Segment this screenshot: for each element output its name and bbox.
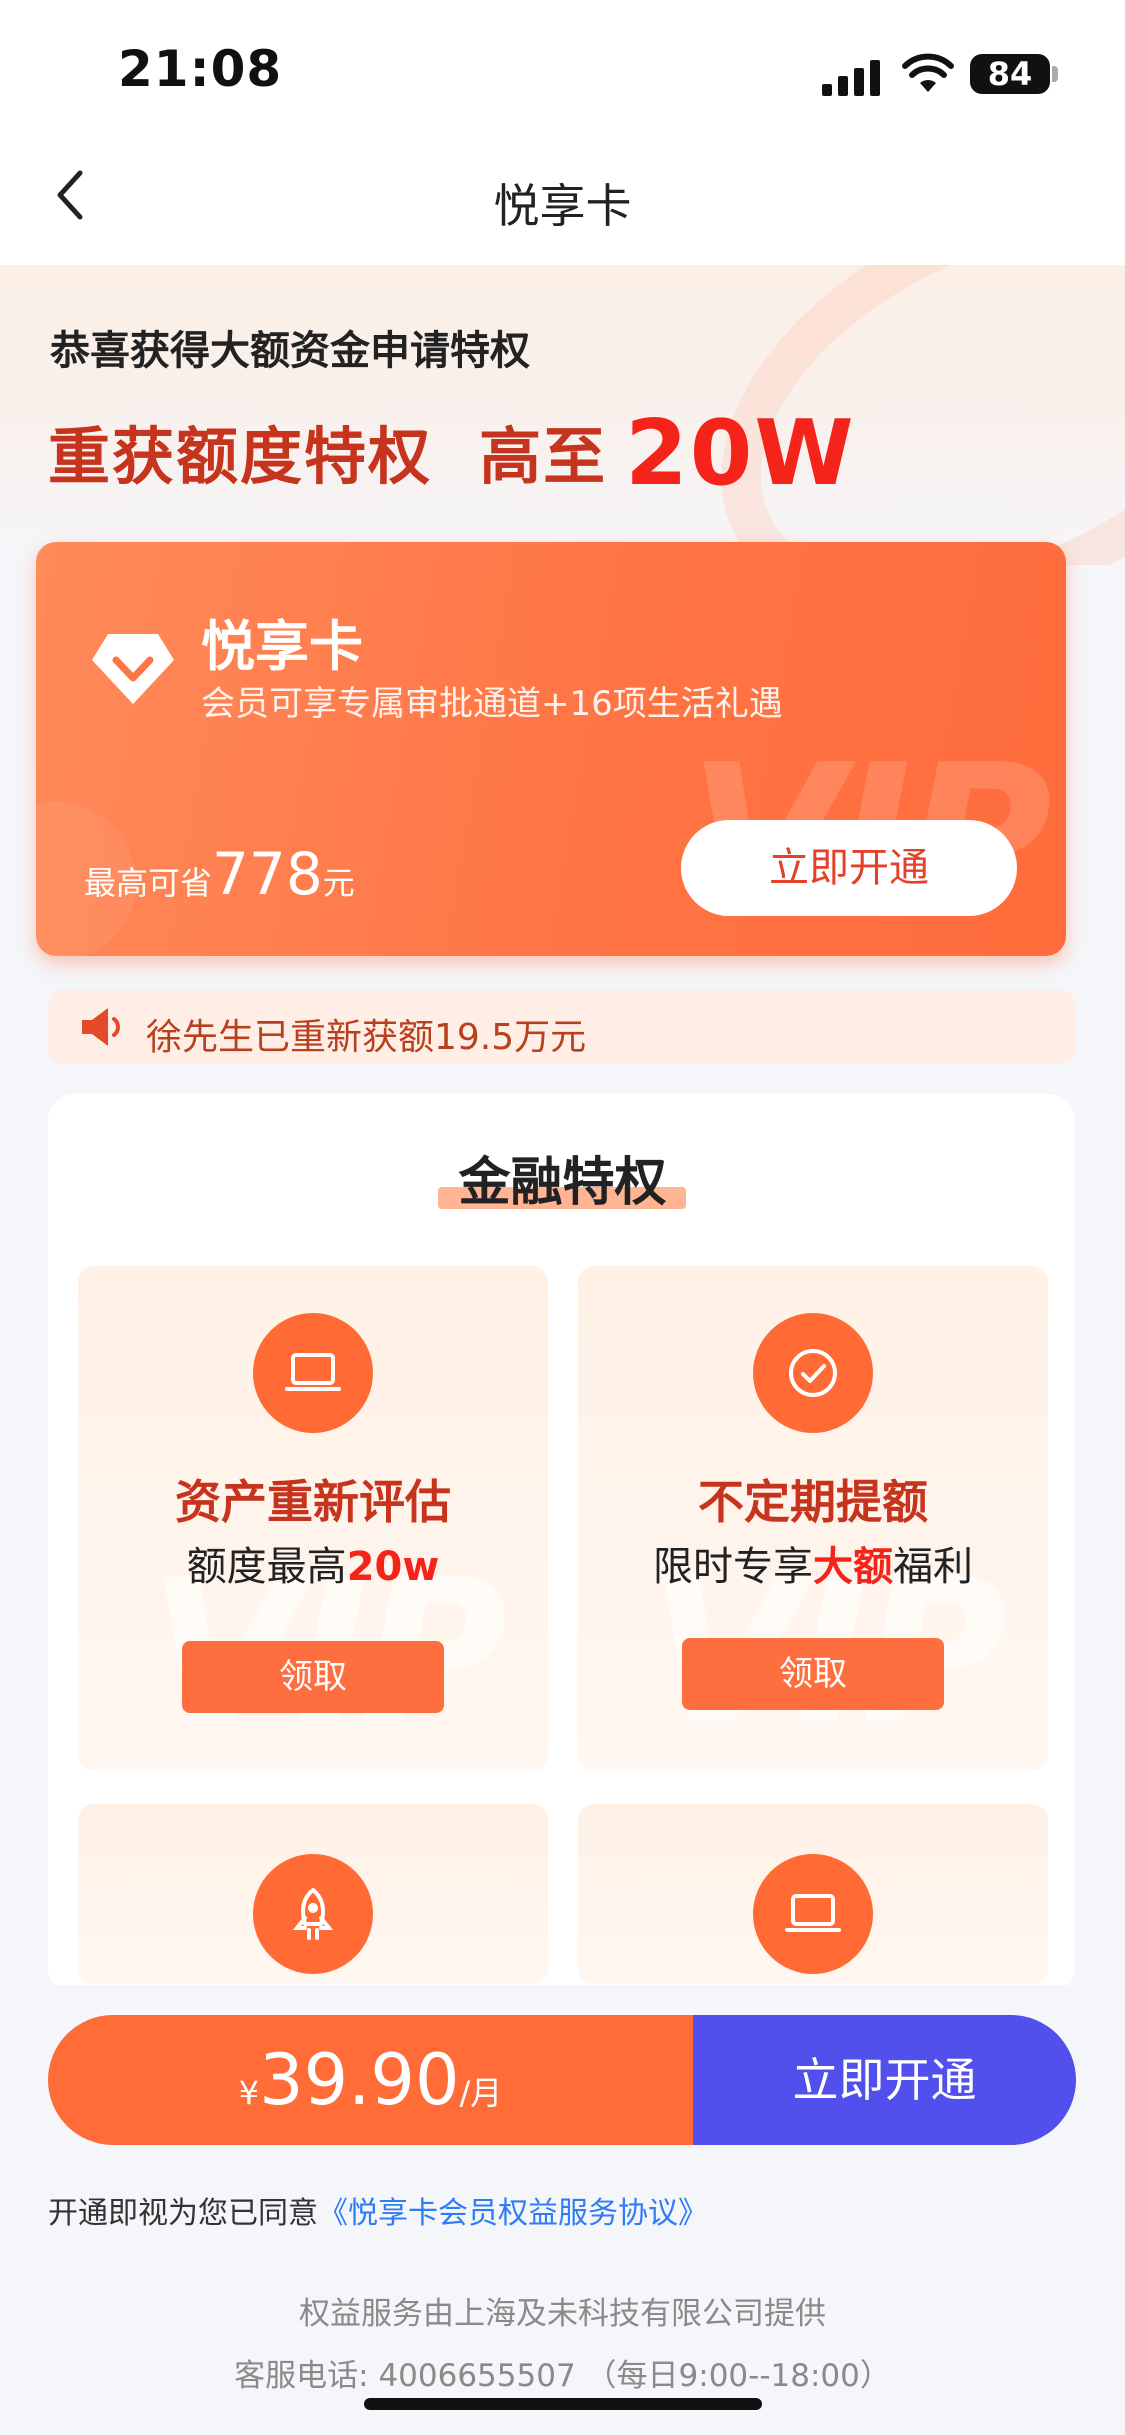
agreement-text: 开通即视为您已同意《悦享卡会员权益服务协议》 <box>48 2188 708 2232</box>
purchase-bar: ¥39.90/月 立即开通 <box>48 2015 1076 2145</box>
privilege-tile-3 <box>78 1804 548 1984</box>
claim-button[interactable]: 领取 <box>182 1641 444 1713</box>
tile-subtitle-suffix: 福利 <box>893 1544 973 1590</box>
agreement-link[interactable]: 《悦享卡会员权益服务协议》 <box>318 2196 708 2231</box>
status-time: 21:08 <box>118 40 283 98</box>
privilege-tile-4 <box>578 1804 1048 1984</box>
tile-subtitle-text: 额度最高 <box>186 1544 347 1590</box>
hero-headline: 重获额度特权 高至 20W <box>48 395 856 506</box>
membership-card: VIP 悦享卡 会员可享专属审批通道+16项生活礼遇 最高可省778元 立即开通 <box>36 542 1066 956</box>
privilege-tile-limit-increase: VIP 不定期提额 限时专享大额福利 领取 <box>578 1266 1048 1771</box>
activate-now-button[interactable]: 立即开通 <box>693 2015 1076 2145</box>
hero-headline-prefix: 重获额度特权 高至 <box>48 420 608 493</box>
tile-subtitle-text: 限时专享 <box>653 1544 813 1590</box>
home-indicator[interactable] <box>364 2398 762 2410</box>
laptop-icon <box>753 1854 873 1974</box>
battery-indicator: 84 <box>970 54 1050 94</box>
section-title: 金融特权 <box>458 1153 667 1213</box>
notice-text: 徐先生已重新获额19.5万元 <box>146 1017 587 1058</box>
price-display: ¥39.90/月 <box>48 2015 693 2145</box>
rocket-icon <box>253 1854 373 1974</box>
agreement-prefix: 开通即视为您已同意 <box>48 2196 318 2231</box>
tile-subtitle-highlight: 大额 <box>813 1544 893 1590</box>
savings-unit: 元 <box>322 864 355 902</box>
diamond-icon <box>92 634 174 704</box>
tile-subtitle-highlight: 20w <box>346 1544 440 1590</box>
battery-cap <box>1052 66 1058 82</box>
price-currency: ¥ <box>238 2074 260 2112</box>
hero-headline-amount: 20W <box>625 401 856 506</box>
hotline-text: 客服电话: 4006655507 （每日9:00--18:00） <box>234 2358 891 2394</box>
tile-title: 不定期提额 <box>698 1475 928 1529</box>
card-activate-button[interactable]: 立即开通 <box>681 820 1017 916</box>
page-title: 悦享卡 <box>493 179 632 233</box>
card-description: 会员可享专属审批通道+16项生活礼遇 <box>201 684 783 724</box>
hero-subtitle: 恭喜获得大额资金申请特权 <box>50 328 530 374</box>
claim-button[interactable]: 领取 <box>682 1638 944 1710</box>
tile-subtitle: 限时专享大额福利 <box>578 1534 1048 1592</box>
provider-text: 权益服务由上海及未科技有限公司提供 <box>299 2296 826 2332</box>
wifi-icon <box>902 53 954 92</box>
tile-subtitle: 额度最高20w <box>78 1534 548 1592</box>
privilege-tile-asset-reassessment: VIP 资产重新评估 额度最高20w 领取 <box>78 1266 548 1771</box>
card-title: 悦享卡 <box>201 615 363 678</box>
price-amount: 39.90 <box>259 2039 460 2121</box>
laptop-icon <box>253 1313 373 1433</box>
megaphone-icon <box>82 1008 120 1046</box>
price-unit: /月 <box>459 2074 503 2112</box>
card-savings: 最高可省778元 <box>84 840 355 908</box>
savings-amount: 778 <box>212 840 323 908</box>
savings-prefix: 最高可省 <box>84 864 213 902</box>
tile-title: 资产重新评估 <box>175 1475 451 1529</box>
signal-icon <box>822 56 882 96</box>
check-circle-icon <box>753 1313 873 1433</box>
price-panel: ¥39.90/月 <box>48 2015 693 2145</box>
